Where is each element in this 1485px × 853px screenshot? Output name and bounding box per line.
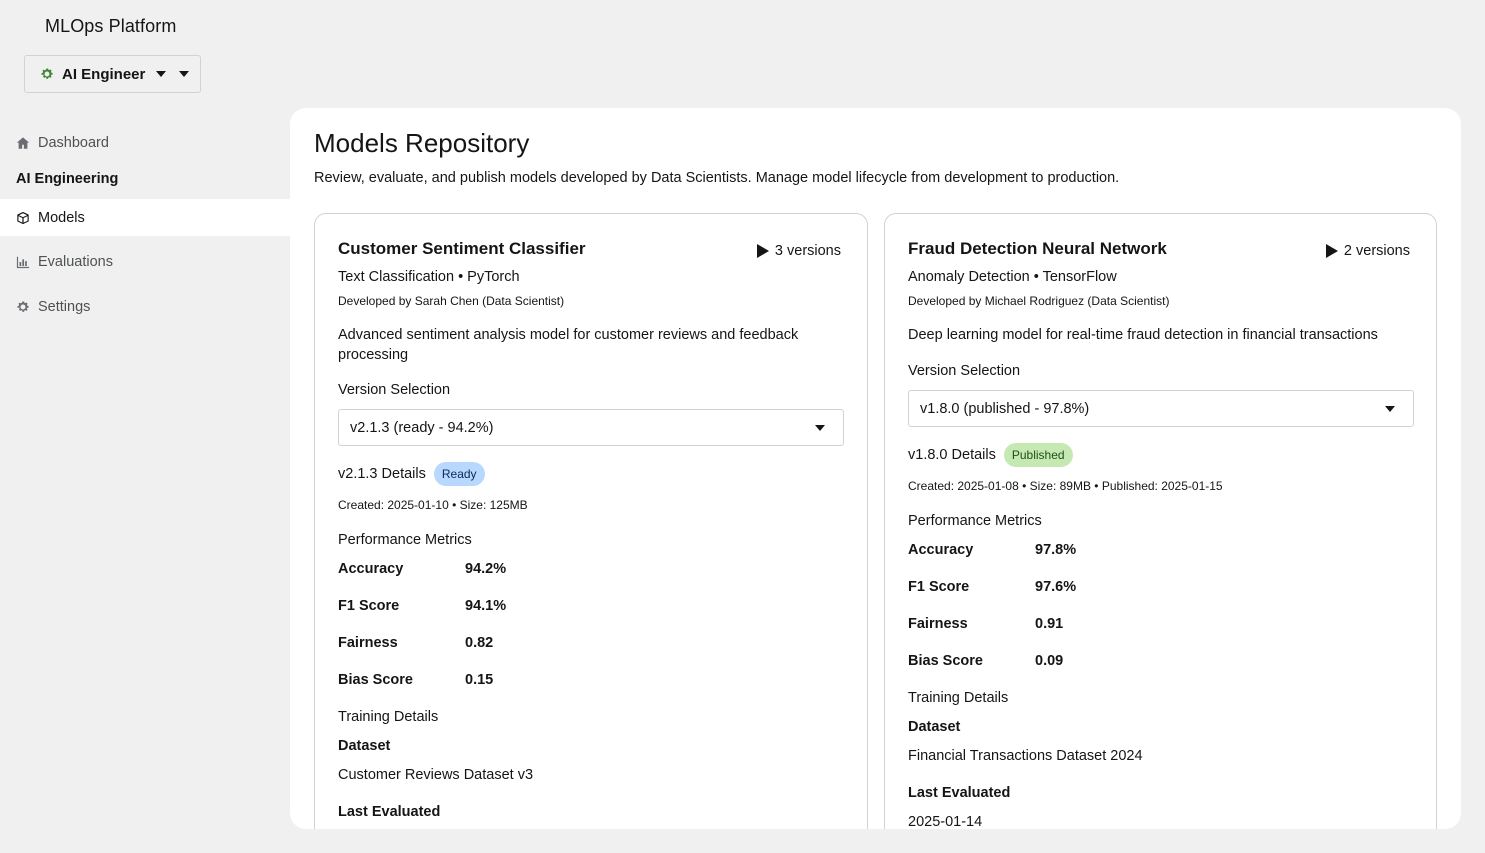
training-details-label: Training Details	[908, 690, 1009, 706]
model-name: Fraud Detection Neural Network	[908, 239, 1167, 258]
app-title: MLOps Platform	[45, 16, 177, 36]
version-details-label: v1.8.0 Details	[908, 447, 996, 463]
metric-row: F1 Score 97.6%	[908, 579, 1076, 595]
caret-down-icon	[179, 71, 190, 77]
last-evaluated-label: Last Evaluated	[338, 804, 441, 820]
home-icon	[16, 136, 30, 149]
status-badge: Ready	[433, 462, 485, 486]
metric-value: 94.2%	[465, 561, 507, 577]
metric-value: 0.09	[1035, 653, 1064, 669]
version-details-header: v2.1.3 Details Ready	[338, 462, 485, 486]
sidebar-item-settings[interactable]: Settings	[0, 288, 290, 325]
version-selection-label: Version Selection	[908, 363, 1021, 379]
dataset-value: Customer Reviews Dataset v3	[338, 767, 534, 783]
model-developer: Developed by Michael Rodriguez (Data Sci…	[908, 294, 1170, 308]
metric-name: Fairness	[908, 616, 968, 632]
version-selection-label: Version Selection	[338, 382, 451, 398]
caret-down-icon	[815, 425, 825, 431]
metric-row: Fairness 0.91	[908, 616, 1063, 632]
version-details-header: v1.8.0 Details Published	[908, 443, 1073, 467]
metric-row: Bias Score 0.09	[908, 653, 1063, 669]
sidebar-item-label: Dashboard	[38, 134, 109, 151]
training-details-label: Training Details	[338, 709, 439, 725]
model-type: Anomaly Detection • TensorFlow	[908, 269, 1117, 285]
bar-chart-icon	[16, 256, 30, 268]
metric-value: 0.91	[1035, 616, 1064, 632]
play-icon	[1325, 244, 1338, 258]
model-description: Deep learning model for real-time fraud …	[908, 327, 1378, 343]
version-select-value: v2.1.3 (ready - 94.2%)	[350, 419, 494, 436]
metric-value: 0.82	[465, 635, 494, 651]
role-switcher-label: AI Engineer	[62, 65, 146, 83]
version-select-value: v1.8.0 (published - 97.8%)	[920, 400, 1090, 417]
metric-name: Bias Score	[908, 653, 983, 669]
performance-metrics-label: Performance Metrics	[338, 532, 472, 548]
sidebar-item-evaluations[interactable]: Evaluations	[0, 243, 290, 280]
metric-value: 97.6%	[1035, 579, 1077, 595]
role-switcher-dropdown[interactable]: AI Engineer	[24, 55, 201, 93]
status-badge: Published	[1003, 443, 1073, 467]
versions-count: 3 versions	[774, 243, 841, 259]
play-icon	[756, 244, 769, 258]
model-description: Advanced sentiment analysis model for cu…	[338, 327, 799, 363]
model-type: Text Classification • PyTorch	[338, 269, 520, 285]
version-meta: Created: 2025-01-08 • Size: 89MB • Publi…	[908, 479, 1223, 493]
metric-row: F1 Score 94.1%	[338, 598, 506, 614]
sidebar-item-label: Settings	[38, 298, 91, 315]
page-title: Models Repository	[314, 128, 530, 158]
versions-toggle[interactable]: 2 versions	[1325, 243, 1410, 259]
last-evaluated-value: 2025-01-14	[908, 814, 983, 829]
metric-name: Accuracy	[908, 542, 974, 558]
caret-down-icon	[156, 71, 167, 77]
version-select[interactable]: v2.1.3 (ready - 94.2%)	[338, 409, 844, 446]
cube-icon	[17, 211, 29, 224]
gear-icon	[41, 68, 53, 79]
dataset-label: Dataset	[338, 738, 391, 754]
metric-value: 94.1%	[465, 598, 507, 614]
dataset-label: Dataset	[908, 719, 961, 735]
version-select[interactable]: v1.8.0 (published - 97.8%)	[908, 390, 1414, 427]
metric-row: Fairness 0.82	[338, 635, 493, 651]
metric-name: F1 Score	[908, 579, 970, 595]
sidebar-item-models[interactable]: Models	[0, 199, 290, 236]
caret-down-icon	[1385, 406, 1395, 412]
gear-icon	[17, 300, 29, 312]
page-description: Review, evaluate, and publish models dev…	[314, 170, 1120, 186]
metric-value: 0.15	[465, 672, 494, 688]
sidebar-item-dashboard[interactable]: Dashboard	[0, 124, 290, 161]
model-card: Customer Sentiment Classifier 3 versions…	[314, 213, 868, 829]
sidebar-item-label: Evaluations	[38, 253, 113, 270]
versions-toggle[interactable]: 3 versions	[756, 243, 841, 259]
model-name: Customer Sentiment Classifier	[338, 239, 586, 258]
dataset-value: Financial Transactions Dataset 2024	[908, 748, 1143, 764]
sidebar-group-label: AI Engineering	[16, 171, 119, 187]
metric-name: Fairness	[338, 635, 398, 651]
metric-name: Accuracy	[338, 561, 404, 577]
model-developer: Developed by Sarah Chen (Data Scientist)	[338, 294, 565, 308]
sidebar-item-label: Models	[38, 209, 85, 226]
metric-value: 97.8%	[1035, 542, 1077, 558]
metric-row: Bias Score 0.15	[338, 672, 493, 688]
versions-count: 2 versions	[1343, 243, 1410, 259]
metric-row: Accuracy 94.2%	[338, 561, 506, 577]
metric-name: F1 Score	[338, 598, 400, 614]
version-meta: Created: 2025-01-10 • Size: 125MB	[338, 498, 528, 512]
metric-name: Bias Score	[338, 672, 413, 688]
last-evaluated-label: Last Evaluated	[908, 785, 1011, 801]
metric-row: Accuracy 97.8%	[908, 542, 1076, 558]
version-details-label: v2.1.3 Details	[338, 466, 426, 482]
model-card: Fraud Detection Neural Network 2 version…	[884, 213, 1437, 829]
main-panel: Models Repository Review, evaluate, and …	[290, 108, 1461, 829]
performance-metrics-label: Performance Metrics	[908, 513, 1042, 529]
